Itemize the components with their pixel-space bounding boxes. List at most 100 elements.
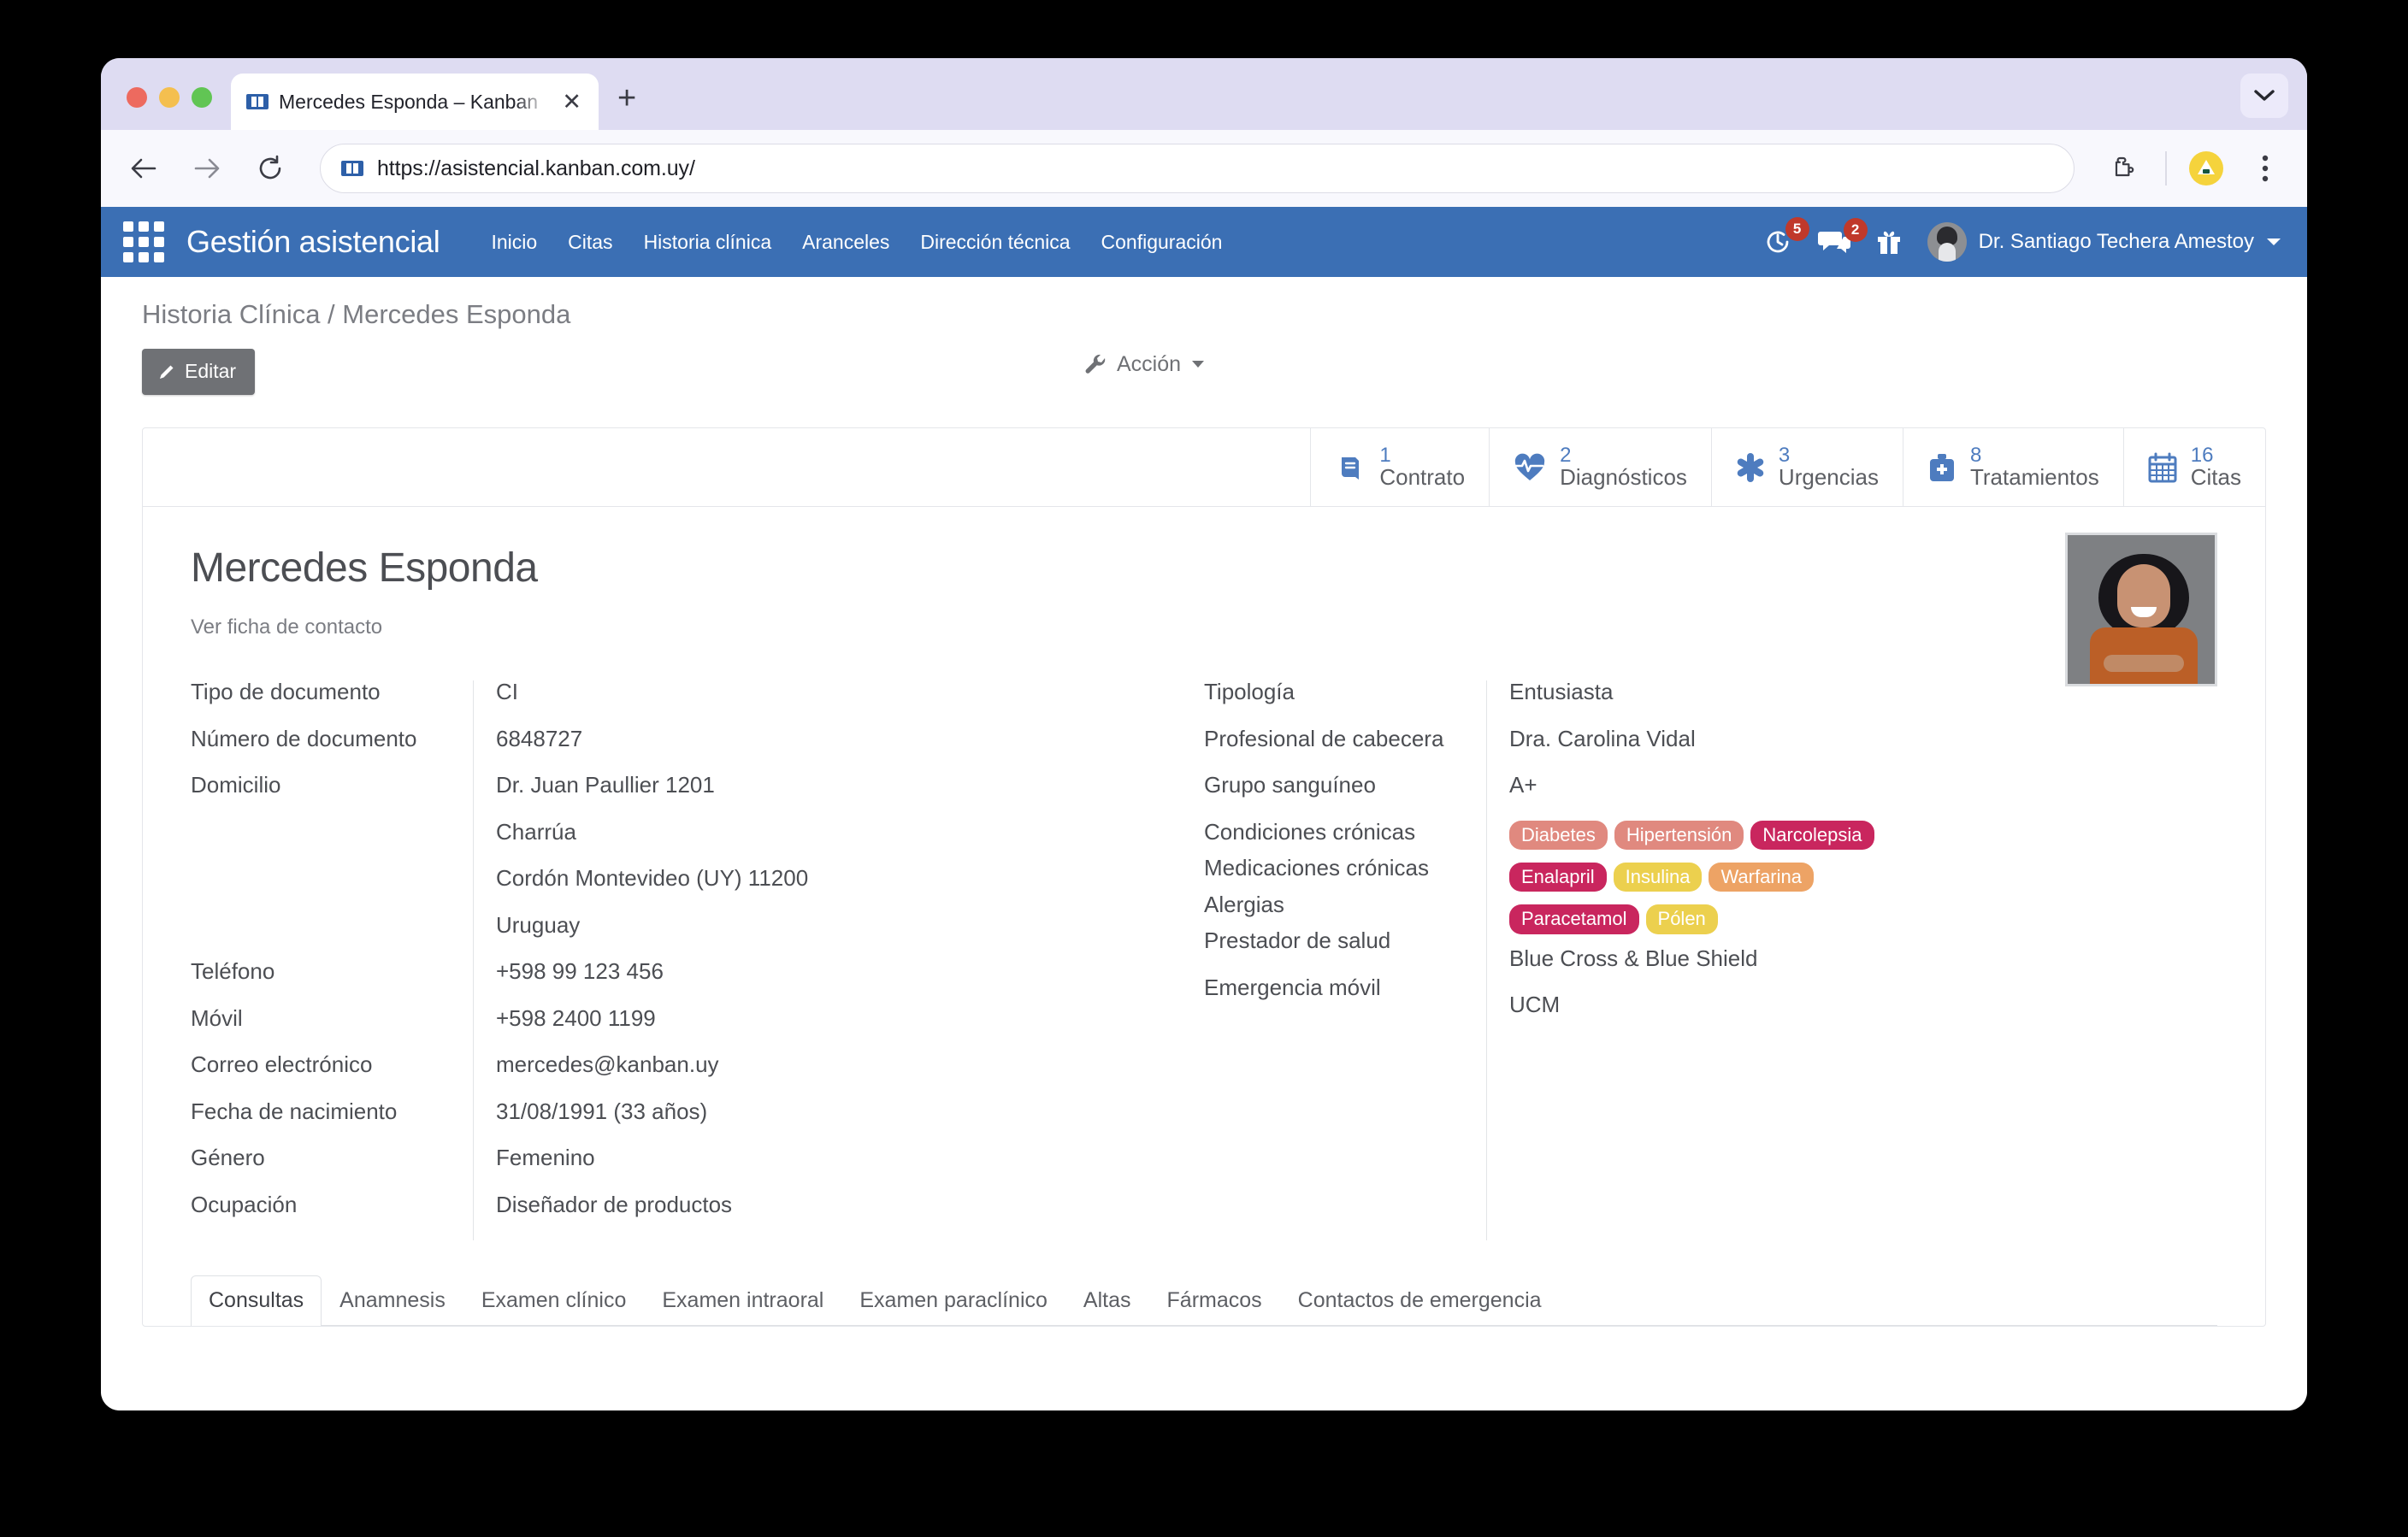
navbar-actions: 5 2 Dr. Santiago Techera Amestoy <box>1763 217 2281 262</box>
extensions-puzzle-icon[interactable] <box>2104 149 2143 188</box>
label-genero: Género <box>191 1145 265 1171</box>
browser-window: Mercedes Esponda – Kanban ✕ + https://as… <box>101 58 2307 1410</box>
user-menu[interactable]: Dr. Santiago Techera Amestoy <box>1927 222 2281 262</box>
right-field-values: Entusiasta Dra. Carolina Vidal A+ Diabet… <box>1486 680 2217 1240</box>
label-tipologia: Tipología <box>1204 679 1295 704</box>
apps-grid-icon[interactable] <box>123 221 164 262</box>
edit-button-label: Editar <box>185 360 237 382</box>
stats-spacer <box>143 428 1310 506</box>
browser-menu-icon[interactable] <box>2246 149 2285 188</box>
value-numero-documento: 6848727 <box>496 725 583 751</box>
label-telefono: Teléfono <box>191 958 275 985</box>
tab-examen-clínico[interactable]: Examen clínico <box>463 1275 645 1326</box>
stat-contrato-label: Contrato <box>1379 464 1466 491</box>
forward-icon[interactable] <box>186 148 227 189</box>
label-domicilio: Domicilio <box>191 772 281 798</box>
nav-item-historia-clinica[interactable]: Historia clínica <box>644 231 772 254</box>
alergia-tag[interactable]: Paracetamol <box>1509 904 1639 934</box>
maximize-window-button[interactable] <box>192 87 212 108</box>
stat-diagnosticos[interactable]: 2 Diagnósticos <box>1489 428 1711 506</box>
alergia-tag[interactable]: Pólen <box>1645 904 1718 934</box>
address-bar[interactable]: https://asistencial.kanban.com.uy/ <box>320 144 2075 193</box>
stat-diagnosticos-label: Diagnósticos <box>1560 464 1687 491</box>
browser-tab[interactable]: Mercedes Esponda – Kanban ✕ <box>231 74 599 130</box>
label-spacer-1 <box>191 821 473 868</box>
value-prestador-salud: Blue Cross & Blue Shield <box>1509 945 1758 971</box>
messages-icon[interactable]: 2 <box>1817 218 1868 256</box>
nav-item-citas[interactable]: Citas <box>568 231 612 254</box>
tab-fármacos[interactable]: Fármacos <box>1149 1275 1280 1326</box>
value-correo: mercedes@kanban.uy <box>496 1051 719 1078</box>
tab-anamnesis[interactable]: Anamnesis <box>322 1275 463 1326</box>
value-grupo-sanguineo: A+ <box>1509 772 1537 798</box>
stat-citas[interactable]: 16 Citas <box>2122 428 2265 506</box>
app-brand-title: Gestión asistencial <box>186 224 440 259</box>
nav-item-aranceles[interactable]: Aranceles <box>802 231 889 254</box>
browser-toolbar: https://asistencial.kanban.com.uy/ <box>101 130 2307 207</box>
tab-altas[interactable]: Altas <box>1065 1275 1149 1326</box>
chevron-down-icon <box>1192 361 1205 368</box>
action-dropdown[interactable]: Acción <box>1084 352 1205 377</box>
condicion-cronica-tag[interactable]: Diabetes <box>1509 820 1608 850</box>
site-favicon <box>341 161 363 176</box>
left-field-values: CI 6848727 Dr. Juan Paullier 1201 Charrú… <box>473 680 1204 1240</box>
medicacion-cronica-tag[interactable]: Enalapril <box>1509 862 1607 892</box>
patient-details: Mercedes Esponda Ver ficha de contacto T… <box>143 507 2265 1240</box>
stat-urgencias[interactable]: 3 Urgencias <box>1710 428 1903 506</box>
back-icon[interactable] <box>123 148 164 189</box>
value-domicilio-calle: Dr. Juan Paullier 1201 <box>496 772 715 798</box>
tab-examen-intraoral[interactable]: Examen intraoral <box>644 1275 841 1326</box>
close-window-button[interactable] <box>127 87 147 108</box>
nav-item-inicio[interactable]: Inicio <box>491 231 537 254</box>
main-navigation: Inicio Citas Historia clínica Aranceles … <box>491 231 1222 254</box>
medicacion-cronica-tag[interactable]: Warfarina <box>1709 862 1814 892</box>
nav-item-direccion-tecnica[interactable]: Dirección técnica <box>920 231 1070 254</box>
stat-citas-label: Citas <box>2190 464 2241 491</box>
stat-tratamientos[interactable]: 8 Tratamientos <box>1902 428 2123 506</box>
reload-icon[interactable] <box>250 148 291 189</box>
patient-photo <box>2065 533 2217 686</box>
label-tipo-documento: Tipo de documento <box>191 679 381 704</box>
kanban-favicon <box>246 94 269 109</box>
tab-title: Mercedes Esponda – Kanban <box>279 90 539 113</box>
minimize-window-button[interactable] <box>159 87 180 108</box>
condicion-cronica-tag[interactable]: Hipertensión <box>1614 820 1744 850</box>
page-content: Historia Clínica / Mercedes Esponda Edit… <box>101 277 2307 1410</box>
tab-consultas[interactable]: Consultas <box>191 1275 322 1326</box>
label-ocupacion: Ocupación <box>191 1192 298 1218</box>
tab-examen-paraclínico[interactable]: Examen paraclínico <box>841 1275 1065 1326</box>
condicion-cronica-tag[interactable]: Narcolepsia <box>1750 820 1874 850</box>
contact-card-link[interactable]: Ver ficha de contacto <box>191 615 382 639</box>
medicacion-cronica-tag[interactable]: Insulina <box>1613 862 1703 892</box>
wrench-icon <box>1085 354 1106 374</box>
book-icon <box>1342 456 1360 480</box>
label-condiciones-cronicas: Condiciones crónicas <box>1204 818 1416 845</box>
new-tab-icon[interactable]: + <box>617 82 636 130</box>
close-tab-icon[interactable]: ✕ <box>558 90 585 114</box>
value-telefono: +598 99 123 456 <box>496 958 664 985</box>
gift-icon[interactable] <box>1876 228 1902 256</box>
breadcrumb: Historia Clínica / Mercedes Esponda <box>142 299 571 329</box>
calendar-icon <box>2148 452 2177 482</box>
user-name-label: Dr. Santiago Techera Amestoy <box>1978 230 2254 253</box>
patient-stats-row: 1 Contrato 2 Diagnósticos 3 Urgencias 8 … <box>143 428 2265 507</box>
value-tipologia: Entusiasta <box>1509 679 1614 704</box>
tab-contactos-de-emergencia[interactable]: Contactos de emergencia <box>1280 1275 1560 1326</box>
nav-item-configuracion[interactable]: Configuración <box>1101 231 1223 254</box>
stat-diagnosticos-count: 2 <box>1560 444 1572 468</box>
label-numero-documento: Número de documento <box>191 725 417 751</box>
label-medicaciones-cronicas: Medicaciones crónicas <box>1204 855 1430 881</box>
patient-card: 1 Contrato 2 Diagnósticos 3 Urgencias 8 … <box>142 427 2266 1327</box>
activity-history-icon[interactable]: 5 <box>1763 217 1809 256</box>
value-movil: +598 2400 1199 <box>496 1004 656 1031</box>
asterisk-icon <box>1737 452 1764 482</box>
stat-citas-count: 16 <box>2190 444 2214 468</box>
medicaciones-cronicas-tags: Enalapril Insulina Warfarina <box>1509 862 2217 892</box>
edit-button[interactable]: Editar <box>142 349 256 395</box>
browser-profile-avatar[interactable] <box>2189 151 2223 186</box>
patient-fields-left: Tipo de documento Número de documento Do… <box>191 680 1204 1240</box>
action-dropdown-label: Acción <box>1117 352 1182 376</box>
tab-list-chevron-down-icon[interactable] <box>2240 74 2288 118</box>
stat-contrato[interactable]: 1 Contrato <box>1310 428 1489 506</box>
value-emergencia-movil: UCM <box>1509 992 1561 1018</box>
